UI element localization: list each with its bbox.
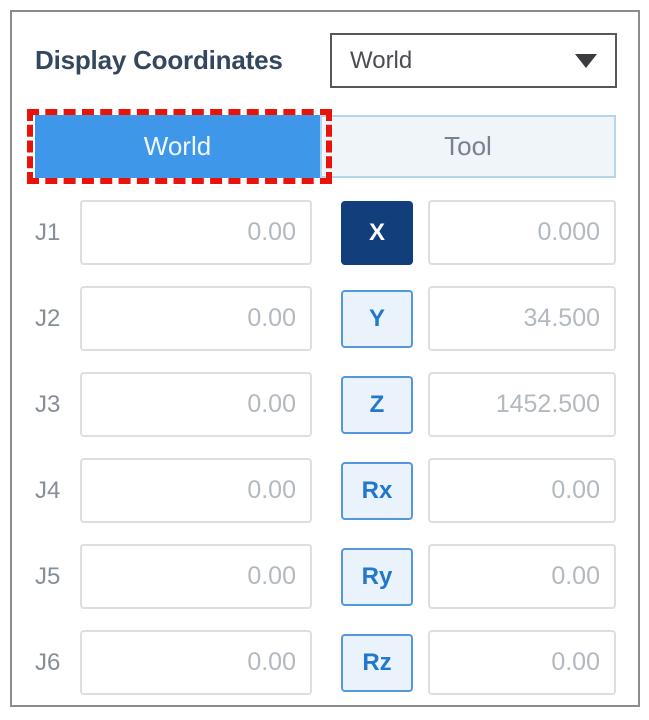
axis-value-input[interactable] — [428, 544, 616, 609]
joint-label: J6 — [35, 649, 80, 677]
table-row: J2 Y — [35, 286, 638, 351]
coordinate-system-dropdown[interactable]: World — [330, 33, 617, 88]
axis-badge-ry[interactable]: Ry — [341, 548, 413, 606]
joint-label: J4 — [35, 477, 80, 505]
coordinate-tabs: World Tool — [35, 115, 616, 178]
joint-label: J1 — [35, 219, 80, 247]
joint-value-input[interactable] — [80, 372, 312, 437]
dropdown-selected-value: World — [350, 47, 412, 75]
table-row: J6 Rz — [35, 630, 638, 695]
joint-value-input[interactable] — [80, 544, 312, 609]
joint-value-input[interactable] — [80, 286, 312, 351]
joint-label: J5 — [35, 563, 80, 591]
axis-value-input[interactable] — [428, 372, 616, 437]
axis-value-input[interactable] — [428, 630, 616, 695]
coordinate-rows: J1 X J2 Y J3 Z J4 Rx J5 Ry — [35, 200, 638, 695]
tab-tool[interactable]: Tool — [320, 115, 616, 178]
axis-value-input[interactable] — [428, 458, 616, 523]
joint-label: J2 — [35, 305, 80, 333]
axis-value-input[interactable] — [428, 286, 616, 351]
joint-value-input[interactable] — [80, 458, 312, 523]
joint-value-input[interactable] — [80, 630, 312, 695]
axis-value-input[interactable] — [428, 200, 616, 265]
axis-badge-y[interactable]: Y — [341, 290, 413, 348]
axis-badge-rz[interactable]: Rz — [341, 634, 413, 692]
table-row: J1 X — [35, 200, 638, 265]
table-row: J3 Z — [35, 372, 638, 437]
axis-badge-x[interactable]: X — [341, 201, 413, 265]
panel-header: Display Coordinates World — [35, 33, 617, 88]
axis-badge-z[interactable]: Z — [341, 376, 413, 434]
joint-value-input[interactable] — [80, 200, 312, 265]
table-row: J5 Ry — [35, 544, 638, 609]
table-row: J4 Rx — [35, 458, 638, 523]
display-coordinates-panel: Display Coordinates World World Tool J1 … — [10, 10, 640, 707]
joint-label: J3 — [35, 391, 80, 419]
axis-badge-rx[interactable]: Rx — [341, 462, 413, 520]
page-title: Display Coordinates — [35, 45, 283, 76]
tab-world[interactable]: World — [35, 115, 320, 178]
chevron-down-icon — [575, 54, 597, 68]
